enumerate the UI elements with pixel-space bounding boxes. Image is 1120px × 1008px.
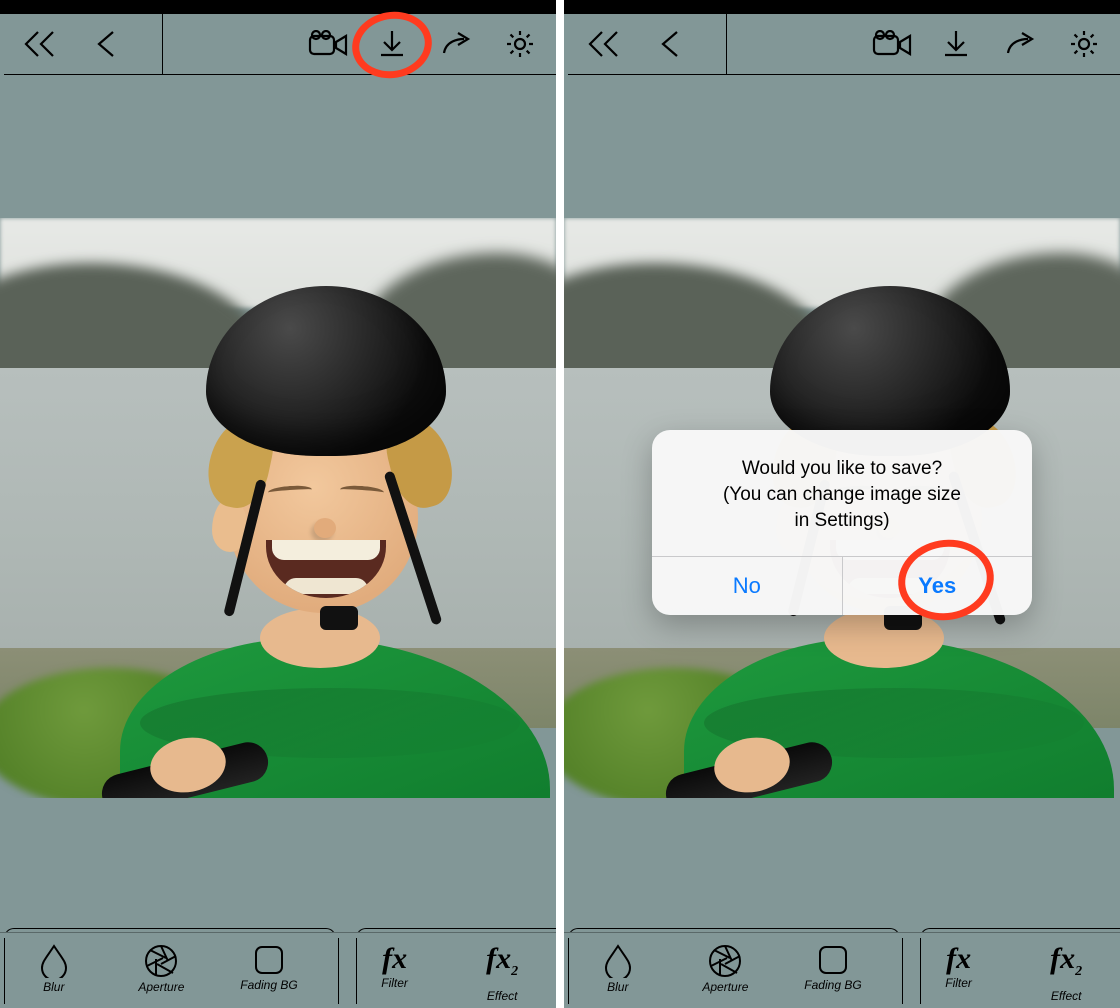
fx2-glyph: fx2: [1050, 944, 1082, 987]
chevron-left-icon: [659, 29, 681, 59]
fx-glyph: fx: [946, 944, 971, 974]
tool-aperture[interactable]: Aperture: [672, 938, 780, 1008]
tool-aperture[interactable]: Aperture: [108, 938, 216, 1008]
tool-label: Effect: [487, 989, 518, 1003]
tool-fading-bg[interactable]: Fading BG: [215, 938, 323, 1008]
chevron-double-left-icon: [587, 29, 621, 59]
download-button[interactable]: [370, 22, 414, 66]
share-arrow-icon: [440, 31, 472, 57]
gear-icon: [504, 28, 536, 60]
settings-button[interactable]: [1062, 22, 1106, 66]
settings-button[interactable]: [498, 22, 542, 66]
alert-yes-button[interactable]: Yes: [842, 557, 1033, 615]
toolbar-divider: [162, 74, 556, 75]
chevron-left-icon: [95, 29, 117, 59]
alert-no-button[interactable]: No: [652, 557, 842, 615]
gear-icon: [1068, 28, 1100, 60]
fx-glyph: fx: [382, 944, 407, 974]
alert-line: in Settings): [676, 508, 1008, 534]
left-screenshot: Blur Aperture Fading BG fx Filter fx2 Ef…: [0, 0, 556, 1008]
tool-effect[interactable]: fx2 Effect: [1012, 938, 1120, 1008]
download-icon: [377, 29, 407, 59]
aperture-icon: [144, 944, 178, 978]
back-button[interactable]: [648, 22, 692, 66]
toolbar-divider: [568, 74, 726, 75]
status-bar: [564, 0, 1120, 14]
tool-label: Blur: [43, 980, 64, 994]
bottom-toolbar: Blur Aperture Fading BG fx Filter fx2 Ef…: [0, 932, 556, 1008]
tool-label: Aperture: [702, 980, 748, 994]
save-alert: Would you like to save? (You can change …: [652, 430, 1032, 615]
bottom-toolbar: Blur Aperture Fading BG fx Filter fx2 Ef…: [564, 932, 1120, 1008]
droplet-icon: [40, 944, 68, 978]
video-button[interactable]: [306, 22, 350, 66]
tool-effect[interactable]: fx2 Effect: [448, 938, 556, 1008]
toolbar-divider: [726, 74, 1120, 75]
tool-label: Effect: [1051, 989, 1082, 1003]
back-all-button[interactable]: [582, 22, 626, 66]
right-screenshot: Blur Aperture Fading BG fx Filter fx2 Ef…: [564, 0, 1120, 1008]
tool-blur[interactable]: Blur: [564, 938, 672, 1008]
download-icon: [941, 29, 971, 59]
droplet-icon: [604, 944, 632, 978]
image-canvas[interactable]: [0, 218, 556, 798]
tool-label: Aperture: [138, 980, 184, 994]
alert-line: Would you like to save?: [676, 456, 1008, 482]
toolbar-divider: [726, 14, 727, 74]
top-toolbar: [0, 14, 556, 74]
share-arrow-icon: [1004, 31, 1036, 57]
aperture-icon: [708, 944, 742, 978]
tool-fading-bg[interactable]: Fading BG: [779, 938, 887, 1008]
back-button[interactable]: [84, 22, 128, 66]
back-all-button[interactable]: [18, 22, 62, 66]
alert-line: (You can change image size: [676, 482, 1008, 508]
tool-label: Fading BG: [804, 978, 861, 992]
status-bar: [0, 0, 556, 14]
chevron-double-left-icon: [23, 29, 57, 59]
alert-message: Would you like to save? (You can change …: [652, 430, 1032, 556]
top-toolbar: [564, 14, 1120, 74]
tool-label: Fading BG: [240, 978, 297, 992]
tool-label: Filter: [945, 976, 972, 990]
video-button[interactable]: [870, 22, 914, 66]
video-camera-icon: [308, 30, 348, 58]
tool-blur[interactable]: Blur: [0, 938, 108, 1008]
tool-label: Blur: [607, 980, 628, 994]
share-button[interactable]: [434, 22, 478, 66]
share-button[interactable]: [998, 22, 1042, 66]
download-button[interactable]: [934, 22, 978, 66]
toolbar-divider: [4, 74, 162, 75]
rounded-square-icon: [253, 944, 285, 976]
tool-label: Filter: [381, 976, 408, 990]
rounded-square-icon: [817, 944, 849, 976]
fx2-glyph: fx2: [486, 944, 518, 987]
toolbar-divider: [162, 14, 163, 74]
video-camera-icon: [872, 30, 912, 58]
